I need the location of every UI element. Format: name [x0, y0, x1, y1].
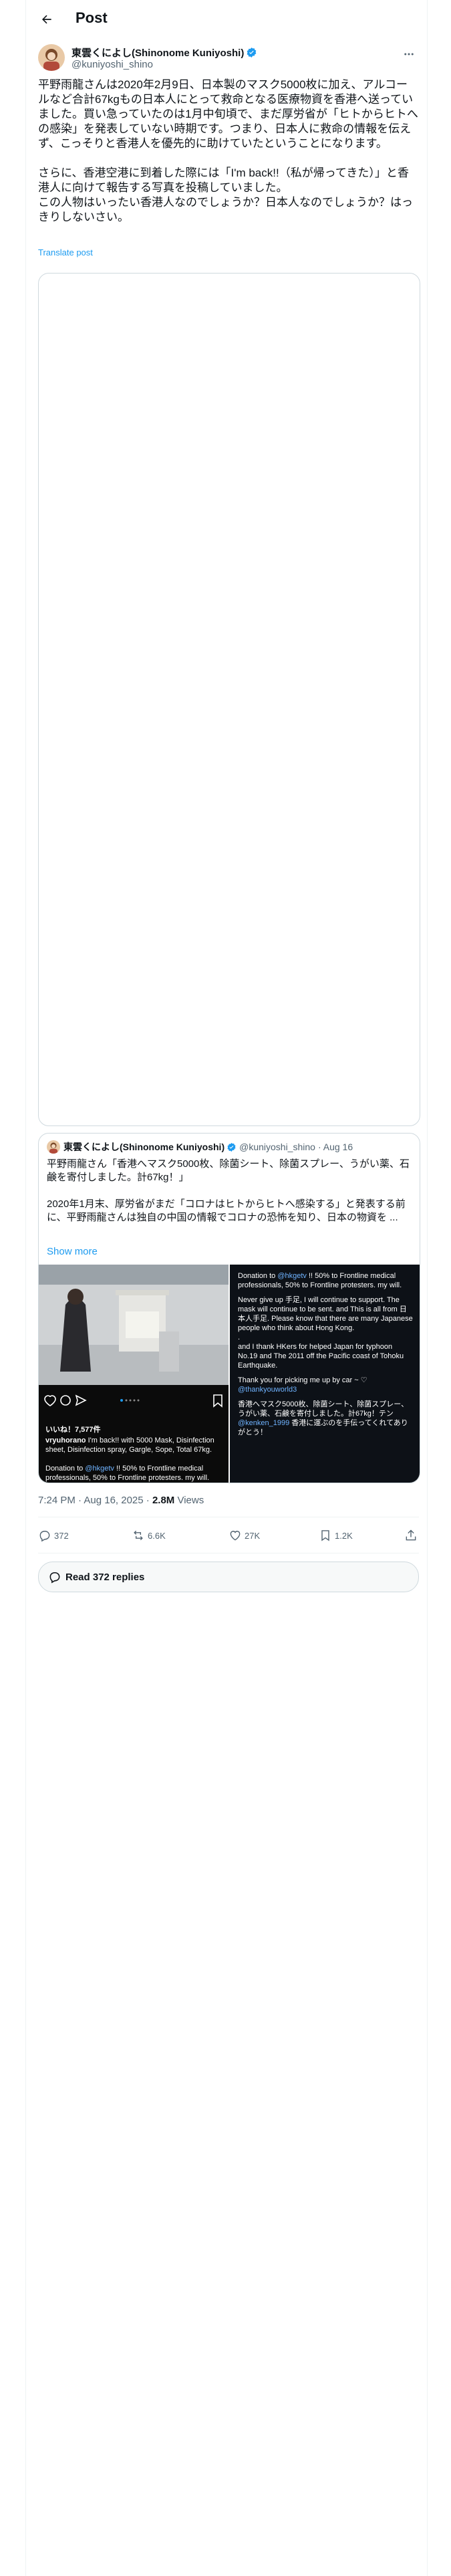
- main-column: Post 東雲くによし(Shinonome Kuniyoshi) @kuniyo…: [25, 0, 428, 2576]
- show-more-link[interactable]: Show more: [47, 1246, 98, 1257]
- top-bar: Post: [26, 0, 427, 37]
- rt-p1-prefix: Donation to: [238, 1272, 278, 1280]
- quoted-image-text-body: Donation to @hkgetv !! 50% to Frontline …: [238, 1271, 413, 1442]
- post-author: 東雲くによし(Shinonome Kuniyoshi) @kuniyoshi_s…: [38, 44, 419, 74]
- back-button[interactable]: [35, 8, 58, 31]
- repost-button[interactable]: 6.6K: [132, 1529, 166, 1542]
- post-text: 平野雨龍さんは2020年2月9日、日本製のマスク5000枚に加え、アルコールなど…: [38, 78, 418, 223]
- quoted-post-date: · Aug 16: [317, 1142, 353, 1152]
- airport-photo: [39, 1265, 229, 1385]
- quoted-image-instagram[interactable]: いいね！7,577件 vryuhorano I'm back!! with 50…: [39, 1265, 229, 1483]
- read-replies-button[interactable]: Read 372 replies: [38, 1562, 419, 1592]
- rt-p2: Never give up 手足, I will continue to sup…: [238, 1296, 413, 1370]
- share-icon: [406, 1529, 416, 1541]
- author-name-text: 東雲くによし(Shinonome Kuniyoshi): [71, 47, 245, 59]
- heart-icon: [230, 1531, 241, 1541]
- page-title: Post: [76, 9, 108, 26]
- action-bar: 372 6.6K 27K 1.2K: [38, 1525, 419, 1549]
- views-label: Views: [177, 1495, 204, 1506]
- post-media[interactable]: [38, 273, 420, 1126]
- rt-p3-prefix: Thank you for picking me up by car ~ ♡: [238, 1376, 367, 1384]
- like-count: 27K: [245, 1530, 261, 1541]
- rt-p1-handle[interactable]: @hkgetv: [277, 1272, 307, 1280]
- avatar[interactable]: [38, 44, 65, 71]
- quoted-post-header: 東雲くによし(Shinonome Kuniyoshi) @kuniyoshi_s…: [47, 1140, 353, 1154]
- bookmark-icon: [321, 1530, 329, 1541]
- quoted-post[interactable]: 東雲くによし(Shinonome Kuniyoshi) @kuniyoshi_s…: [38, 1133, 420, 1483]
- reply-icon: [39, 1531, 50, 1542]
- translate-post-link[interactable]: Translate post: [38, 247, 93, 257]
- verified-badge-icon: [227, 1142, 236, 1152]
- rt-p3-handle[interactable]: @thankyouworld3: [238, 1386, 297, 1394]
- instagram-action-icons: [44, 1394, 222, 1408]
- bookmark-count: 1.2K: [335, 1530, 353, 1541]
- views-count: 2.8M: [152, 1495, 175, 1506]
- instagram-caption: vryuhorano I'm back!! with 5000 Mask, Di…: [45, 1436, 220, 1483]
- bookmark-button[interactable]: 1.2K: [319, 1529, 353, 1542]
- instagram-likes: いいね！7,577件: [45, 1426, 101, 1434]
- share-button[interactable]: [404, 1529, 420, 1542]
- instagram-user: vryuhorano: [45, 1436, 86, 1444]
- reply-button[interactable]: 372: [38, 1529, 69, 1542]
- donation-handle-link[interactable]: @hkgetv: [85, 1465, 114, 1473]
- repost-icon: [134, 1530, 143, 1541]
- author-handle[interactable]: @kuniyoshi_shino: [71, 59, 153, 70]
- reply-icon: [49, 1572, 60, 1584]
- quoted-image-text[interactable]: Donation to @hkgetv !! 50% to Frontline …: [230, 1265, 420, 1483]
- more-horizontal-icon: [404, 53, 414, 56]
- read-replies-label: Read 372 replies: [65, 1571, 145, 1583]
- quoted-post-text: 平野雨龍さん「香港へマスク5000枚、除菌シート、除菌スプレー、うがい薬、石鹸を…: [47, 1158, 410, 1223]
- quoted-author-name: 東雲くによし(Shinonome Kuniyoshi): [63, 1142, 225, 1152]
- quoted-avatar: [47, 1140, 60, 1154]
- rt-p4-handle[interactable]: @kenken_1999: [238, 1419, 289, 1427]
- verified-badge-icon: [247, 47, 257, 58]
- quoted-author-handle: @kuniyoshi_shino: [239, 1142, 315, 1152]
- donation-prefix: Donation to: [45, 1465, 86, 1473]
- arrow-left-icon: [42, 15, 51, 24]
- author-name[interactable]: 東雲くによし(Shinonome Kuniyoshi): [71, 45, 257, 60]
- post-meta: 7:24 PM · Aug 16, 2025 · 2.8M Views: [38, 1495, 204, 1506]
- like-button[interactable]: 27K: [229, 1529, 260, 1542]
- rt-p4-prefix: 香港へマスク5000枚、除菌シート、除菌スプレー、うがい薬、石鹸を寄付しました。…: [238, 1400, 409, 1418]
- post-timestamp[interactable]: 7:24 PM · Aug 16, 2025 ·: [38, 1495, 150, 1506]
- more-options-button[interactable]: [399, 44, 419, 64]
- repost-count: 6.6K: [148, 1530, 166, 1541]
- reply-count: 372: [54, 1530, 69, 1541]
